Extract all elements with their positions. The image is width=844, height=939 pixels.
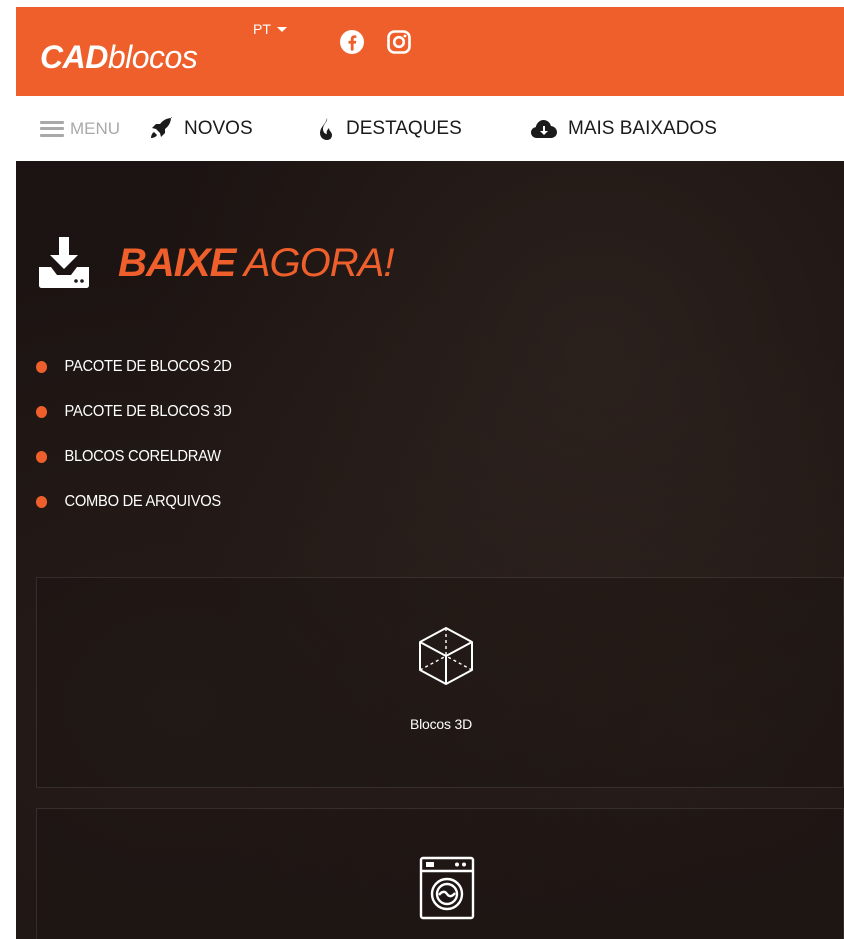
language-selector[interactable]: PT	[253, 21, 287, 37]
list-item[interactable]: PACOTE DE BLOCOS 2D	[36, 344, 232, 389]
list-item[interactable]: COMBO DE ARQUIVOS	[36, 479, 232, 524]
category-card-eletrodomesticos[interactable]	[36, 808, 844, 939]
list-item[interactable]: PACOTE DE BLOCOS 3D	[36, 389, 232, 434]
logo-light: blocos	[107, 39, 198, 75]
cube-3d-icon	[419, 627, 473, 685]
washing-machine-icon	[419, 856, 475, 920]
caret-down-icon	[276, 26, 287, 32]
title-strong: BAIXE	[118, 240, 236, 285]
download-tray-icon	[39, 237, 89, 288]
rocket-icon	[151, 116, 172, 138]
hero-section: BAIXE AGORA! PACOTE DE BLOCOS 2D PACOTE …	[16, 161, 844, 939]
list-item-label: BLOCOS CORELDRAW	[64, 447, 221, 465]
language-label: PT	[253, 21, 271, 37]
nav-label-mais-baixados: MAIS BAIXADOS	[568, 117, 717, 139]
instagram-icon[interactable]	[386, 29, 412, 55]
flame-icon	[320, 117, 332, 140]
main-nav: MENU NOVOS DESTAQUES MAIS BAIXADOS	[16, 96, 844, 161]
bullet-icon	[36, 405, 48, 418]
card-label: Blocos 3D	[409, 716, 472, 732]
list-item-label: PACOTE DE BLOCOS 3D	[64, 402, 232, 420]
menu-label: MENU	[70, 118, 121, 138]
facebook-icon[interactable]	[339, 29, 365, 55]
bullet-icon	[36, 450, 48, 463]
hamburger-icon	[40, 120, 64, 137]
bullet-icon	[36, 360, 48, 373]
site-header: CADblocos PT	[16, 7, 844, 96]
nav-item-destaques[interactable]: DESTAQUES	[318, 96, 462, 161]
bullet-icon	[36, 495, 48, 508]
download-title: BAIXE AGORA!	[118, 240, 395, 286]
download-heading: BAIXE AGORA!	[36, 237, 395, 289]
list-item-label: PACOTE DE BLOCOS 2D	[64, 357, 232, 375]
cloud-download-icon	[531, 119, 557, 138]
list-item-label: COMBO DE ARQUIVOS	[64, 492, 222, 510]
list-item[interactable]: BLOCOS CORELDRAW	[36, 434, 232, 479]
menu-toggle[interactable]: MENU	[40, 96, 120, 161]
page-frame: CADblocos PT MENU NOVOS DESTAQUES MAIS B…	[16, 7, 844, 939]
logo-strong: CAD	[40, 39, 108, 75]
package-list: PACOTE DE BLOCOS 2D PACOTE DE BLOCOS 3D …	[36, 344, 249, 524]
nav-item-mais-baixados[interactable]: MAIS BAIXADOS	[530, 96, 717, 161]
title-light: AGORA!	[235, 240, 395, 285]
nav-item-novos[interactable]: NOVOS	[148, 96, 253, 161]
site-logo[interactable]: CADblocos	[40, 39, 198, 76]
nav-label-novos: NOVOS	[184, 117, 253, 139]
category-card-blocos-3d[interactable]: Blocos 3D	[36, 577, 844, 788]
nav-label-destaques: DESTAQUES	[346, 117, 462, 139]
